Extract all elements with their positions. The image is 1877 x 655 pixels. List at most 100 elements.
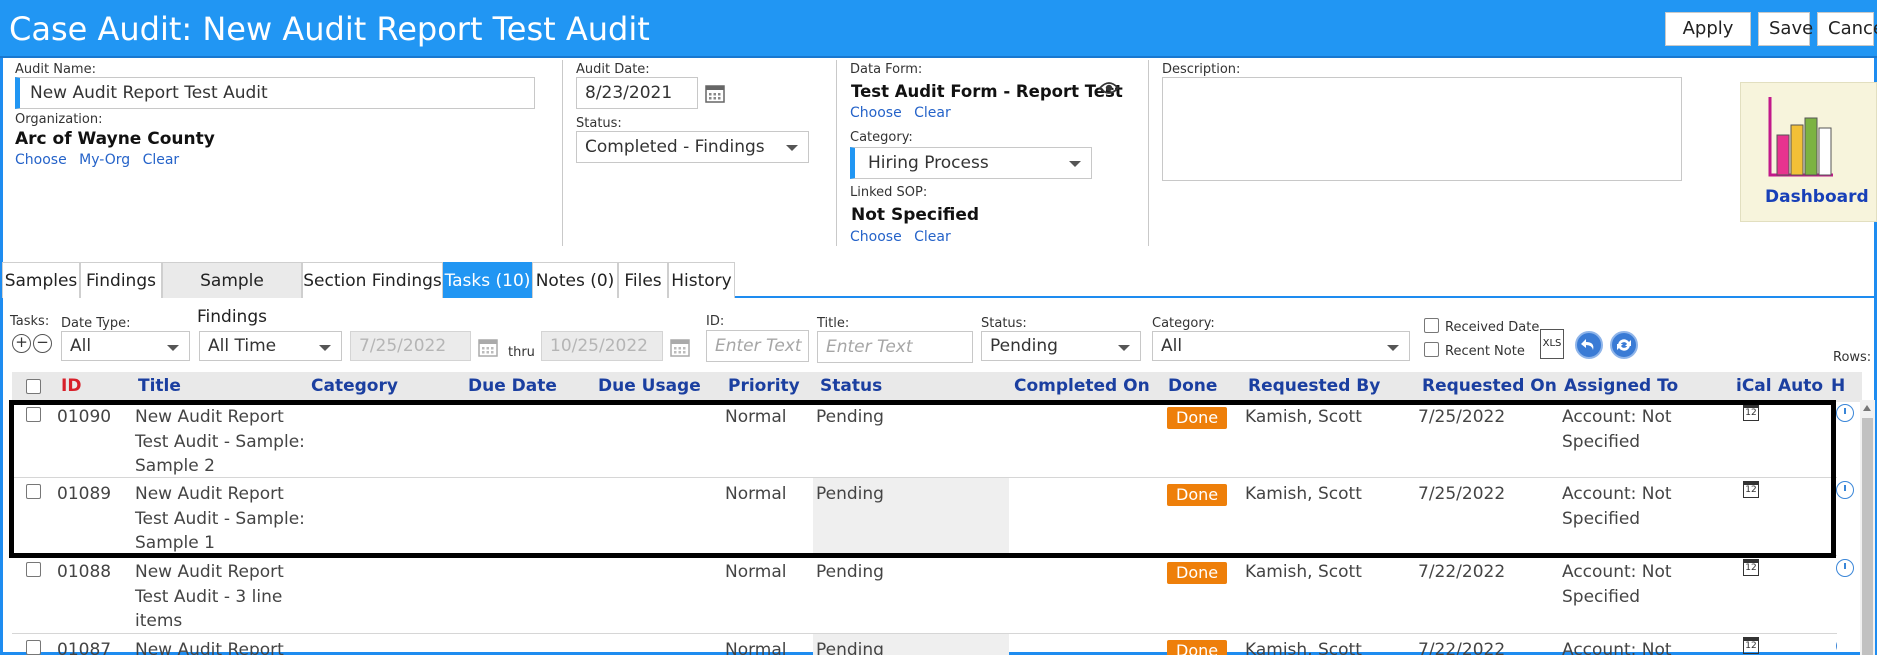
save-button[interactable]: Save	[1758, 12, 1813, 46]
rows-label: Rows:	[1833, 350, 1872, 365]
date-type-select[interactable]: All	[61, 331, 190, 361]
row-title-line: New Audit Report	[135, 640, 284, 655]
status-select[interactable]: Completed - Findings	[576, 131, 809, 163]
title-filter-input[interactable]: Enter Text	[817, 331, 973, 363]
column-header-title[interactable]: Title	[138, 376, 181, 396]
done-button[interactable]: Done	[1167, 640, 1228, 655]
history-clock-icon[interactable]	[1836, 559, 1854, 577]
row-id: 01087	[57, 640, 112, 655]
scroll-up-icon[interactable]	[1863, 405, 1871, 411]
row-assigned-line: Account: Not	[1562, 640, 1672, 655]
status-filter-select[interactable]: Pending	[981, 331, 1141, 361]
calendar-icon[interactable]	[705, 83, 725, 103]
tab-sample-findings[interactable]: Sample Findings	[162, 262, 302, 327]
calendar-icon	[478, 339, 498, 357]
tab-notes[interactable]: Notes (0)	[532, 262, 618, 298]
column-header-history[interactable]: H	[1831, 376, 1845, 396]
done-button[interactable]: Done	[1167, 562, 1228, 584]
org-my-org-link[interactable]: My-Org	[79, 152, 130, 168]
title-filter-label: Title:	[817, 316, 850, 331]
dashboard-button[interactable]: Dashboard	[1740, 82, 1877, 222]
history-clock-icon[interactable]	[1836, 637, 1837, 655]
row-checkbox[interactable]	[26, 640, 41, 655]
history-clock-icon[interactable]	[1836, 404, 1854, 422]
data-form-choose-link[interactable]: Choose	[850, 105, 902, 121]
tab-samples[interactable]: Samples	[2, 262, 80, 298]
column-header-auto[interactable]: Auto	[1778, 376, 1823, 396]
column-header-requested-by[interactable]: Requested By	[1248, 376, 1380, 396]
id-filter-label: ID:	[706, 314, 725, 329]
title-filter-placeholder: Enter Text	[826, 337, 913, 357]
scrollbar-thumb[interactable]	[1862, 418, 1873, 655]
apply-button[interactable]: Apply	[1665, 12, 1751, 46]
select-all-checkbox[interactable]	[26, 379, 41, 394]
refresh-icon[interactable]	[1610, 331, 1638, 359]
divider	[1148, 60, 1149, 246]
column-header-ical[interactable]: iCal	[1736, 376, 1772, 396]
time-range-select[interactable]: All Time	[199, 331, 342, 361]
audit-date-label: Audit Date:	[576, 62, 650, 77]
row-checkbox[interactable]	[26, 562, 41, 577]
xls-export-icon[interactable]: XLS	[1540, 329, 1564, 359]
row-assigned-to: Account: Not	[1562, 638, 1672, 655]
category-label: Category:	[850, 130, 913, 145]
to-date-input: 10/25/2022	[541, 331, 663, 361]
category-filter-select[interactable]: All	[1152, 331, 1410, 361]
tab-files[interactable]: Files	[618, 262, 668, 298]
linked-sop-links: Choose Clear	[850, 229, 959, 245]
undo-icon[interactable]	[1575, 331, 1603, 359]
grid-header: ID Title Category Due Date Due Usage Pri…	[12, 372, 1862, 402]
audit-date-input[interactable]: 8/23/2021	[576, 77, 698, 109]
highlight-box	[9, 400, 1836, 558]
window-title: Case Audit: New Audit Report Test Audit	[9, 10, 650, 48]
column-header-priority[interactable]: Priority	[728, 376, 800, 396]
sop-choose-link[interactable]: Choose	[850, 229, 902, 245]
table-row[interactable]: 01087 New Audit Report Normal Pending Do…	[12, 634, 1837, 655]
column-header-due-date[interactable]: Due Date	[468, 376, 557, 396]
org-clear-link[interactable]: Clear	[143, 152, 180, 168]
row-title[interactable]: New Audit Report	[135, 638, 284, 655]
cancel-button[interactable]: Cancel	[1817, 12, 1877, 46]
calendar-icon	[670, 339, 690, 357]
chevron-down-icon	[786, 145, 798, 151]
row-title[interactable]: New Audit Report Test Audit - 3 line ite…	[135, 560, 284, 634]
category-select[interactable]: Hiring Process	[850, 147, 1092, 179]
time-range-value: All Time	[208, 336, 277, 356]
organization-value: Arc of Wayne County	[15, 129, 215, 149]
tab-section-findings[interactable]: Section Findings	[302, 262, 443, 298]
audit-name-input[interactable]: New Audit Report Test Audit	[15, 77, 535, 109]
tab-tasks[interactable]: Tasks (10)	[443, 262, 532, 298]
column-header-status[interactable]: Status	[820, 376, 882, 396]
xls-label: XLS	[1542, 338, 1562, 349]
ical-icon[interactable]: 12	[1743, 559, 1759, 576]
sop-clear-link[interactable]: Clear	[914, 229, 951, 245]
remove-icon[interactable]: −	[33, 334, 52, 353]
id-filter-input[interactable]: Enter Text	[706, 330, 809, 362]
column-header-category[interactable]: Category	[311, 376, 398, 396]
table-row[interactable]: 01088 New Audit Report Test Audit - 3 li…	[12, 556, 1854, 634]
row-assigned-line: Account: Not	[1562, 562, 1672, 582]
data-form-clear-link[interactable]: Clear	[914, 105, 951, 121]
divider	[562, 60, 563, 246]
column-header-due-usage[interactable]: Due Usage	[598, 376, 701, 396]
recent-note-checkbox[interactable]	[1424, 342, 1439, 357]
eye-icon[interactable]	[1099, 80, 1119, 96]
column-header-assigned-to[interactable]: Assigned To	[1564, 376, 1678, 396]
tab-history[interactable]: History	[668, 262, 735, 298]
thru-label: thru	[508, 345, 535, 360]
history-clock-icon[interactable]	[1836, 481, 1854, 499]
add-icon[interactable]: +	[12, 334, 31, 353]
tab-bar: Samples Findings Sample Findings Section…	[0, 262, 1877, 327]
organization-links: Choose My-Org Clear	[15, 152, 187, 168]
received-date-checkbox[interactable]	[1424, 318, 1439, 333]
column-header-requested-on[interactable]: Requested On	[1422, 376, 1557, 396]
column-header-done[interactable]: Done	[1168, 376, 1217, 396]
received-date-label: Received Date	[1445, 320, 1540, 335]
ical-icon[interactable]: 12	[1743, 637, 1759, 654]
column-header-completed-on[interactable]: Completed On	[1014, 376, 1150, 396]
description-textarea[interactable]	[1162, 77, 1682, 181]
org-choose-link[interactable]: Choose	[15, 152, 67, 168]
tab-findings[interactable]: Findings	[80, 262, 162, 298]
column-header-id[interactable]: ID	[61, 376, 81, 396]
vertical-scrollbar[interactable]	[1860, 400, 1875, 655]
